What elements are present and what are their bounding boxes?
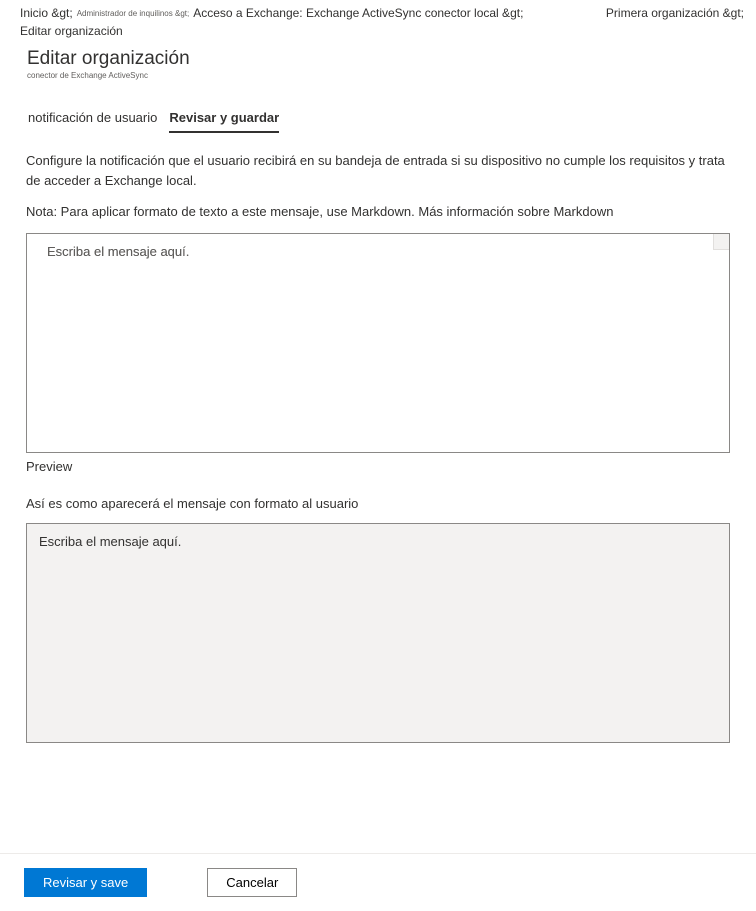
content-area: Configure la notificación que el usuario… bbox=[0, 133, 756, 743]
breadcrumb-item-first-org[interactable]: Primera organización &gt; bbox=[606, 6, 744, 20]
preview-content: Escriba el mensaje aquí. bbox=[39, 534, 181, 549]
note-text: Nota: Para aplicar formato de texto a es… bbox=[26, 204, 730, 219]
description-text: Configure la notificación que el usuario… bbox=[26, 151, 730, 190]
preview-description: Así es como aparecerá el mensaje con for… bbox=[26, 496, 730, 511]
breadcrumb-item-home[interactable]: Inicio &gt; bbox=[20, 6, 73, 20]
tab-review-save[interactable]: Revisar y guardar bbox=[169, 110, 279, 133]
breadcrumb-item-tenant-admin[interactable]: Administrador de inquilinos &gt; bbox=[77, 9, 190, 18]
scrollbar-stub[interactable] bbox=[713, 234, 729, 250]
message-textarea-container: Escriba el mensaje aquí. bbox=[26, 233, 730, 453]
breadcrumb: Inicio &gt; Administrador de inquilinos … bbox=[0, 0, 756, 42]
cancel-button[interactable]: Cancelar bbox=[207, 868, 297, 897]
preview-label: Preview bbox=[26, 459, 730, 474]
breadcrumb-item-exchange-access[interactable]: Acceso a Exchange: Exchange ActiveSync c… bbox=[193, 6, 523, 20]
tabs: notificación de usuario Revisar y guarda… bbox=[0, 82, 756, 133]
tab-user-notification[interactable]: notificación de usuario bbox=[28, 110, 157, 133]
page-header: Editar organización conector de Exchange… bbox=[0, 42, 756, 82]
review-save-button[interactable]: Revisar y save bbox=[24, 868, 147, 897]
preview-box: Escriba el mensaje aquí. bbox=[26, 523, 730, 743]
page-title: Editar organización bbox=[27, 48, 736, 70]
page-subtitle: conector de Exchange ActiveSync bbox=[27, 71, 736, 80]
footer-bar: Revisar y save Cancelar bbox=[0, 853, 756, 911]
message-textarea[interactable] bbox=[27, 234, 729, 452]
breadcrumb-item-edit-org: Editar organización bbox=[20, 24, 123, 38]
